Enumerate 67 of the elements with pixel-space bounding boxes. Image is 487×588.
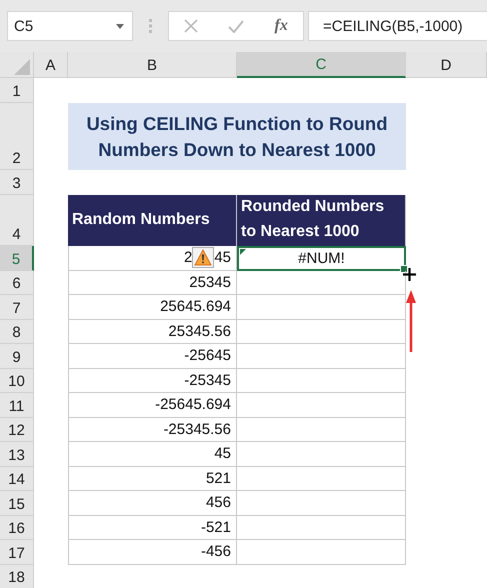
row-header[interactable]: 4 (0, 195, 34, 246)
number-text: -25645.694 (155, 396, 231, 414)
table-cell[interactable] (237, 393, 406, 418)
table-header-cell: Rounded Numbers to Nearest 1000 (237, 195, 406, 246)
row-header[interactable]: 18 (0, 564, 34, 588)
number-text: -25345.56 (163, 420, 231, 438)
error-indicator-icon (240, 249, 246, 255)
table-cell[interactable] (237, 491, 406, 516)
grip-icon (149, 19, 152, 33)
row-header[interactable]: 8 (0, 320, 34, 344)
formula-field[interactable]: =CEILING(B5,-1000) (308, 11, 487, 41)
arrow (406, 290, 416, 352)
corner-triangle-icon (14, 59, 30, 75)
warning-icon[interactable] (192, 247, 214, 268)
table-cell[interactable] (237, 368, 406, 393)
column-header[interactable]: C (237, 52, 406, 78)
row-header[interactable]: 12 (0, 418, 34, 442)
row-header[interactable]: 2 (0, 103, 34, 170)
column-header[interactable]: A (34, 52, 68, 78)
row-header[interactable]: 10 (0, 368, 34, 393)
title-text: Using CEILING Function to Round (86, 112, 388, 136)
table-cell[interactable] (237, 295, 406, 320)
error-text: #NUM! (298, 250, 345, 267)
table-cell[interactable]: #NUM! (237, 246, 406, 270)
table-cell[interactable] (237, 418, 406, 442)
row-header[interactable]: 13 (0, 442, 34, 466)
table-cell[interactable] (237, 320, 406, 344)
number-text: -25645 (184, 347, 231, 364)
row-header[interactable]: 9 (0, 344, 34, 368)
insert-function-button[interactable]: fx (274, 17, 288, 35)
number-text: 45 (214, 445, 231, 462)
row-header[interactable]: 5 (0, 246, 34, 270)
number-text: -25345 (184, 372, 231, 389)
row-header[interactable]: 14 (0, 466, 34, 491)
cell-reference: C5 (14, 18, 34, 34)
column-header[interactable]: D (406, 52, 487, 78)
table-cell[interactable] (237, 540, 406, 564)
number-text: -521 (200, 518, 231, 536)
number-text: 25645.694 (160, 298, 231, 316)
row-header[interactable]: 17 (0, 540, 34, 564)
number-text: 25345 (189, 274, 231, 291)
title-text: Numbers Down to Nearest 1000 (98, 138, 376, 162)
number-text: 521 (206, 470, 231, 487)
number-text: 25345.56 (168, 322, 231, 340)
check-icon[interactable] (228, 20, 244, 32)
number-text: 45 (214, 249, 231, 266)
number-text: -456 (200, 543, 231, 560)
row-header[interactable]: 6 (0, 270, 34, 295)
fill-handle[interactable] (400, 264, 408, 272)
cancel-icon[interactable] (184, 19, 198, 33)
table-cell[interactable] (237, 466, 406, 491)
table-cell[interactable] (237, 516, 406, 540)
number-text: 456 (206, 494, 231, 512)
row-header[interactable]: 3 (0, 170, 34, 195)
crosshair-cursor-icon (403, 268, 416, 281)
caret-icon[interactable] (116, 24, 124, 28)
table-cell[interactable] (237, 344, 406, 368)
table-cell[interactable] (237, 442, 406, 466)
table-header-cell: Random Numbers (68, 195, 237, 246)
row-header[interactable]: 7 (0, 295, 34, 320)
row-header[interactable]: 15 (0, 491, 34, 516)
name-box[interactable]: C5 (7, 11, 133, 41)
number-text: 2 (184, 249, 192, 266)
row-header[interactable]: 16 (0, 516, 34, 540)
row-header[interactable]: 11 (0, 393, 34, 418)
row-header[interactable]: 1 (0, 78, 34, 103)
table-cell[interactable] (237, 270, 406, 295)
